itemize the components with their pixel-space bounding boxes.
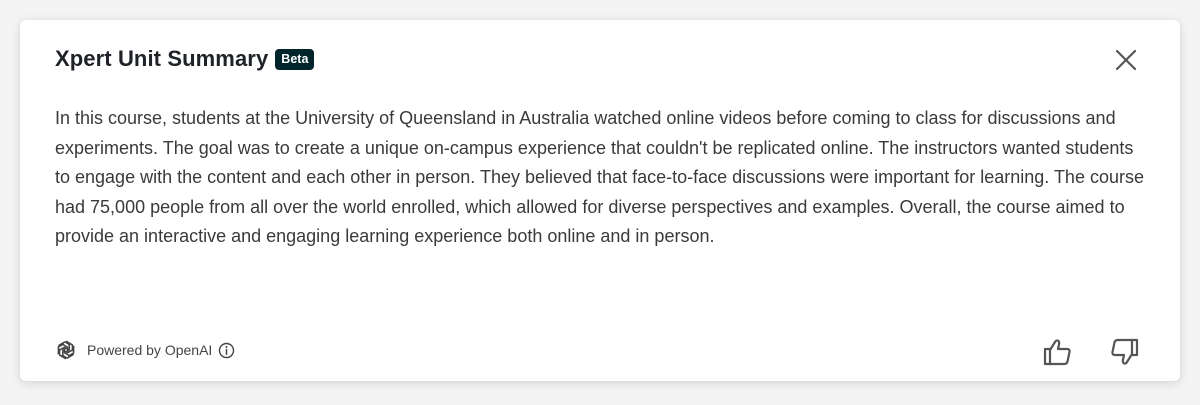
close-button[interactable]: [1112, 46, 1140, 74]
thumbs-down-button[interactable]: [1108, 336, 1140, 368]
beta-badge: Beta: [275, 48, 315, 70]
info-button[interactable]: [218, 342, 235, 359]
card-header: Xpert Unit Summary Beta: [55, 46, 315, 72]
thumbs-up-icon: [1043, 339, 1071, 366]
info-icon: [219, 342, 235, 358]
summary-text: In this course, students at the Universi…: [55, 108, 1144, 246]
xpert-summary-card: Xpert Unit Summary Beta In this course, …: [20, 20, 1180, 381]
openai-logo-icon: [57, 340, 75, 360]
card-title: Xpert Unit Summary: [55, 46, 269, 71]
powered-by-label: Powered by OpenAI: [87, 342, 213, 358]
thumbs-down-icon: [1111, 338, 1139, 365]
thumbs-up-button[interactable]: [1042, 336, 1074, 368]
close-icon: [1115, 49, 1137, 71]
powered-by-section: Powered by OpenAI: [54, 338, 235, 362]
